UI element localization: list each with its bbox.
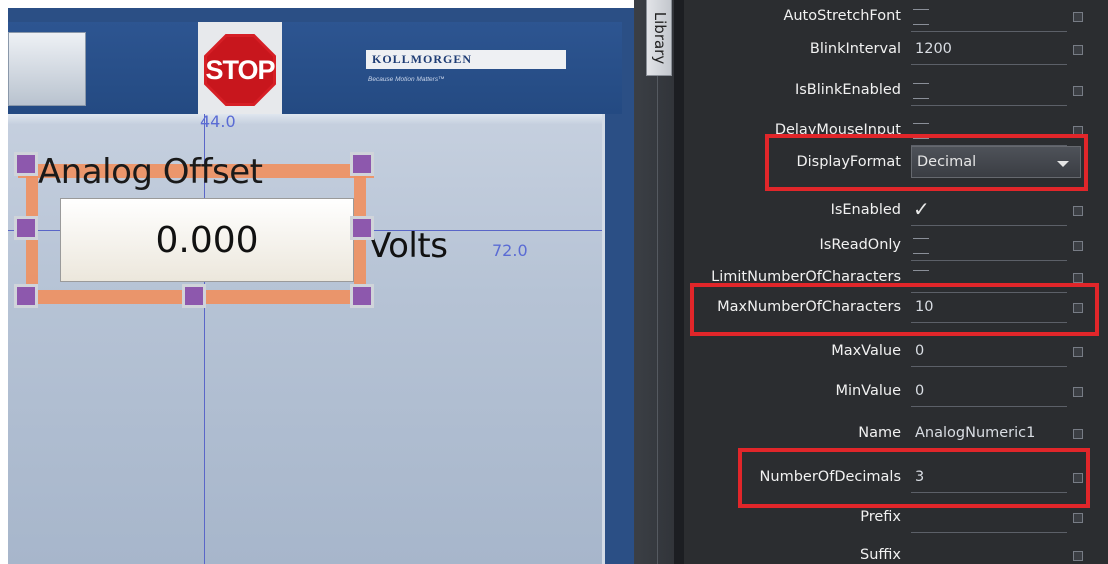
screenshot-root: STOP KOLLMORGEN Because Motion Matters™ …: [0, 0, 1108, 564]
property-label: Prefix: [860, 509, 901, 525]
resize-handle-top-left[interactable]: [14, 152, 38, 176]
property-label: IsReadOnly: [819, 237, 901, 253]
resize-handle-bottom-left[interactable]: [14, 284, 38, 308]
blink-interval-input[interactable]: 1200: [915, 41, 952, 57]
min-value-input[interactable]: 0: [915, 383, 924, 399]
highlight-max-number-of-characters: [690, 283, 1099, 336]
property-binding-icon[interactable]: [1073, 513, 1083, 523]
property-row-is-blink-enabled: IsBlinkEnabled: [684, 70, 1108, 110]
property-label: Suffix: [860, 547, 901, 563]
property-binding-icon[interactable]: [1073, 551, 1083, 561]
property-divider: [911, 532, 1067, 533]
hmi-header-bar: STOP KOLLMORGEN Because Motion Matters™: [8, 22, 622, 120]
tab-library[interactable]: Library: [646, 0, 672, 76]
property-label: BlinkInterval: [809, 41, 901, 57]
stop-button-label: STOP: [205, 54, 275, 85]
hmi-grey-button[interactable]: [8, 32, 86, 106]
property-divider: [911, 366, 1067, 367]
property-binding-icon[interactable]: [1073, 12, 1083, 22]
hmi-design-canvas[interactable]: STOP KOLLMORGEN Because Motion Matters™ …: [8, 8, 634, 564]
guide-readout-top: 44.0: [200, 112, 236, 131]
property-divider: [911, 64, 1067, 65]
property-row-min-value: MinValue 0: [684, 371, 1108, 411]
property-binding-icon[interactable]: [1073, 273, 1083, 283]
property-label: IsBlinkEnabled: [794, 82, 901, 98]
analog-numeric-field[interactable]: 0.000: [60, 198, 354, 282]
analog-offset-label[interactable]: Analog Offset: [38, 152, 263, 192]
is-enabled-checkbox[interactable]: ✓: [913, 197, 930, 221]
name-input[interactable]: AnalogNumeric1: [915, 425, 1035, 441]
property-label: MinValue: [835, 383, 901, 399]
resize-handle-bottom-right[interactable]: [350, 284, 374, 308]
analog-numeric-value: 0.000: [155, 219, 259, 261]
property-label: MaxValue: [831, 343, 901, 359]
panel-splitter[interactable]: [634, 0, 684, 564]
property-row-suffix: Suffix: [684, 535, 1108, 564]
guide-readout-right: 72.0: [492, 241, 528, 260]
max-value-input[interactable]: 0: [915, 343, 924, 359]
brand-logo: KOLLMORGEN Because Motion Matters™: [366, 50, 570, 96]
volts-units-label[interactable]: Volts: [368, 226, 448, 266]
stop-sign-icon: STOP: [204, 34, 276, 106]
resize-handle-bottom-center[interactable]: [182, 284, 206, 308]
property-binding-icon[interactable]: [1073, 241, 1083, 251]
brand-tagline: Because Motion Matters™: [368, 76, 445, 83]
property-label: IsEnabled: [830, 202, 901, 218]
property-divider: [911, 406, 1067, 407]
resize-handle-middle-left[interactable]: [14, 216, 38, 240]
auto-stretch-font-checkbox[interactable]: [913, 9, 929, 25]
property-binding-icon[interactable]: [1073, 429, 1083, 439]
tab-divider: [657, 76, 658, 564]
property-binding-icon[interactable]: [1073, 86, 1083, 96]
panel-edge: [674, 0, 684, 564]
brand-name: KOLLMORGEN: [366, 50, 566, 69]
property-label: AutoStretchFont: [783, 8, 901, 24]
property-row-name: Name AnalogNumeric1: [684, 413, 1108, 453]
is-read-only-checkbox[interactable]: [913, 238, 929, 254]
property-divider: [911, 105, 1067, 106]
is-blink-enabled-checkbox[interactable]: [913, 83, 929, 99]
property-binding-icon[interactable]: [1073, 387, 1083, 397]
highlight-display-format: [765, 134, 1088, 191]
stop-button[interactable]: STOP: [198, 22, 282, 120]
resize-handle-top-right[interactable]: [350, 152, 374, 176]
property-row-max-value: MaxValue 0: [684, 331, 1108, 371]
property-binding-icon[interactable]: [1073, 45, 1083, 55]
property-row-is-enabled: IsEnabled ✓: [684, 190, 1108, 230]
tab-library-label: Library: [651, 11, 669, 65]
resize-handle-middle-right[interactable]: [350, 216, 374, 240]
property-binding-icon[interactable]: [1073, 347, 1083, 357]
property-binding-icon[interactable]: [1073, 206, 1083, 216]
property-label: Name: [858, 425, 901, 441]
highlight-number-of-decimals: [738, 448, 1090, 508]
property-row-blink-interval: BlinkInterval 1200: [684, 29, 1108, 69]
